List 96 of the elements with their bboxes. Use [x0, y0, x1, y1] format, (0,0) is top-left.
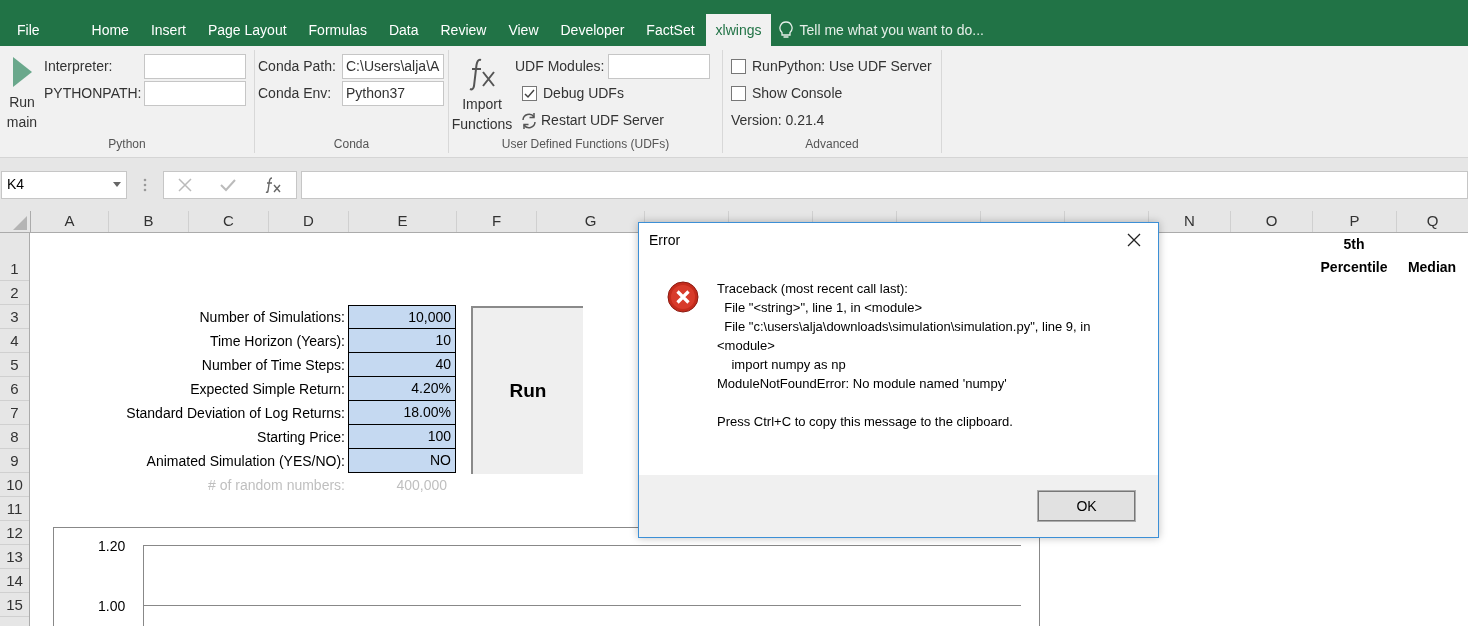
group-label: Python	[107, 136, 147, 153]
column-header[interactable]: B	[109, 211, 189, 232]
parameter-label: Animated Simulation (YES/NO):	[145, 452, 346, 471]
row-header[interactable]: 5	[0, 353, 29, 377]
input-field[interactable]: C:\Users\alja\A	[342, 54, 444, 79]
error-message: Traceback (most recent call last): File "<string>", line 1, in <module> File "c:\users\alja\downloads\simulation\simulation.py", line 9, in <module> import numpy as np ModuleNotFoundError: No module named 'numpy'	[717, 280, 1092, 393]
name-box[interactable]: K4	[1, 170, 127, 199]
ribbon-tab[interactable]: FactSet	[635, 14, 706, 46]
checkbox[interactable]	[731, 86, 746, 101]
header-cell-text: 5th Percentile	[1319, 235, 1389, 277]
ribbon-tab[interactable]: View	[497, 14, 550, 46]
column-header[interactable]: A	[31, 211, 109, 232]
field-label: Conda Path:	[258, 57, 337, 76]
input-cell[interactable]: 4.20%	[348, 377, 456, 401]
run-button[interactable]: Run	[471, 306, 583, 474]
function-icon	[264, 176, 282, 193]
row-header[interactable]: 10	[0, 473, 29, 497]
column-header[interactable]: D	[269, 211, 349, 232]
input-field[interactable]	[144, 54, 246, 79]
checkbox-label[interactable]: Debug UDFs	[543, 83, 624, 104]
ribbon-tab[interactable]: Page Layout	[196, 14, 298, 46]
column-header[interactable]: O	[1231, 211, 1313, 232]
restart-udf-server-button[interactable]: Restart UDF Server	[541, 110, 664, 131]
column-header[interactable]: E	[349, 211, 457, 232]
header-cell-text: Median	[1406, 258, 1458, 277]
axis-label: 1.20	[98, 537, 126, 556]
function-icon	[467, 56, 497, 92]
row-header[interactable]: 15	[0, 593, 29, 617]
parameter-label: Number of Time Steps:	[200, 356, 346, 375]
hint-text: Press Ctrl+C to copy this message to the clipboard.	[717, 413, 1014, 431]
input-cell[interactable]: 40	[348, 353, 456, 377]
row-header[interactable]: 8	[0, 425, 29, 449]
column-header[interactable]: F	[457, 211, 537, 232]
parameter-label: Time Horizon (Years):	[208, 332, 346, 351]
group-label: Advanced	[804, 136, 860, 153]
ribbon-tab[interactable]: xlwings	[705, 14, 772, 46]
group-label: User Defined Functions (UDFs)	[500, 136, 671, 153]
checkbox[interactable]	[731, 59, 746, 74]
ribbon-tab[interactable]: Insert	[139, 14, 197, 46]
field-label: PYTHONPATH:	[44, 84, 140, 103]
ribbon-tab[interactable]: Review	[429, 14, 498, 46]
checkbox-label[interactable]: RunPython: Use UDF Server	[752, 56, 932, 77]
input-field[interactable]	[608, 54, 711, 79]
row-header[interactable]: 9	[0, 449, 29, 473]
input-cell[interactable]: 10	[348, 329, 456, 353]
axis-label: 1.00	[98, 597, 126, 616]
row-header[interactable]: 11	[0, 497, 29, 521]
ribbon-tab[interactable]: Data	[377, 14, 430, 46]
parameter-label: Number of Simulations:	[198, 308, 346, 327]
parameter-label: Expected Simple Return:	[189, 380, 346, 399]
row-header[interactable]: 7	[0, 401, 29, 425]
row-header[interactable]: 4	[0, 329, 29, 353]
grip-icon	[143, 177, 147, 192]
tell-me-search[interactable]: Tell me what you want to do...	[799, 19, 984, 41]
version-label: Version: 0.21.4	[731, 111, 826, 130]
row-header[interactable]: 12	[0, 521, 29, 545]
row-header[interactable]: 6	[0, 377, 29, 401]
lightbulb-icon	[779, 21, 794, 39]
group-label: Conda	[332, 136, 371, 153]
dropdown-icon	[113, 182, 121, 187]
field-label: Conda Env:	[258, 84, 333, 103]
row-header[interactable]: 14	[0, 569, 29, 593]
play-icon	[11, 56, 33, 88]
ribbon-tab[interactable]: Home	[80, 14, 140, 46]
row-header[interactable]: 3	[0, 305, 29, 329]
column-header[interactable]: Q	[1397, 211, 1468, 232]
import-functions-button[interactable]: Import Functions	[449, 94, 515, 134]
table-cell-text: 400,000	[395, 476, 448, 495]
input-cell[interactable]: 10,000	[348, 305, 456, 329]
checkbox-label[interactable]: Show Console	[752, 83, 843, 104]
dialog-title: Error	[649, 230, 681, 250]
row-header[interactable]: 1	[0, 233, 29, 281]
ribbon-tab[interactable]: File	[6, 14, 51, 46]
input-field[interactable]	[144, 81, 246, 106]
parameter-label: Starting Price:	[256, 428, 346, 447]
row-header[interactable]: 13	[0, 545, 29, 569]
run-main-button[interactable]: Run main	[2, 92, 42, 132]
column-header[interactable]: P	[1313, 211, 1397, 232]
field-label: Interpreter:	[44, 57, 114, 76]
cancel-icon	[178, 177, 192, 192]
parameter-label: # of random numbers:	[207, 476, 346, 495]
ribbon-tab[interactable]: Developer	[549, 14, 636, 46]
column-header[interactable]: C	[189, 211, 269, 232]
row-header[interactable]: 2	[0, 281, 29, 305]
ok-button[interactable]: OK	[1037, 490, 1136, 522]
input-cell[interactable]: NO	[348, 449, 456, 473]
ribbon-tab[interactable]: Formulas	[297, 14, 378, 46]
refresh-icon	[520, 111, 538, 130]
input-cell[interactable]: 100	[348, 425, 456, 449]
checkbox[interactable]	[522, 86, 537, 101]
input-cell[interactable]: 18.00%	[348, 401, 456, 425]
input-field[interactable]: Python37	[342, 81, 444, 106]
parameter-label: Standard Deviation of Log Returns:	[125, 404, 346, 423]
enter-icon	[220, 177, 236, 192]
field-label: UDF Modules:	[515, 57, 605, 76]
error-icon	[667, 281, 699, 313]
